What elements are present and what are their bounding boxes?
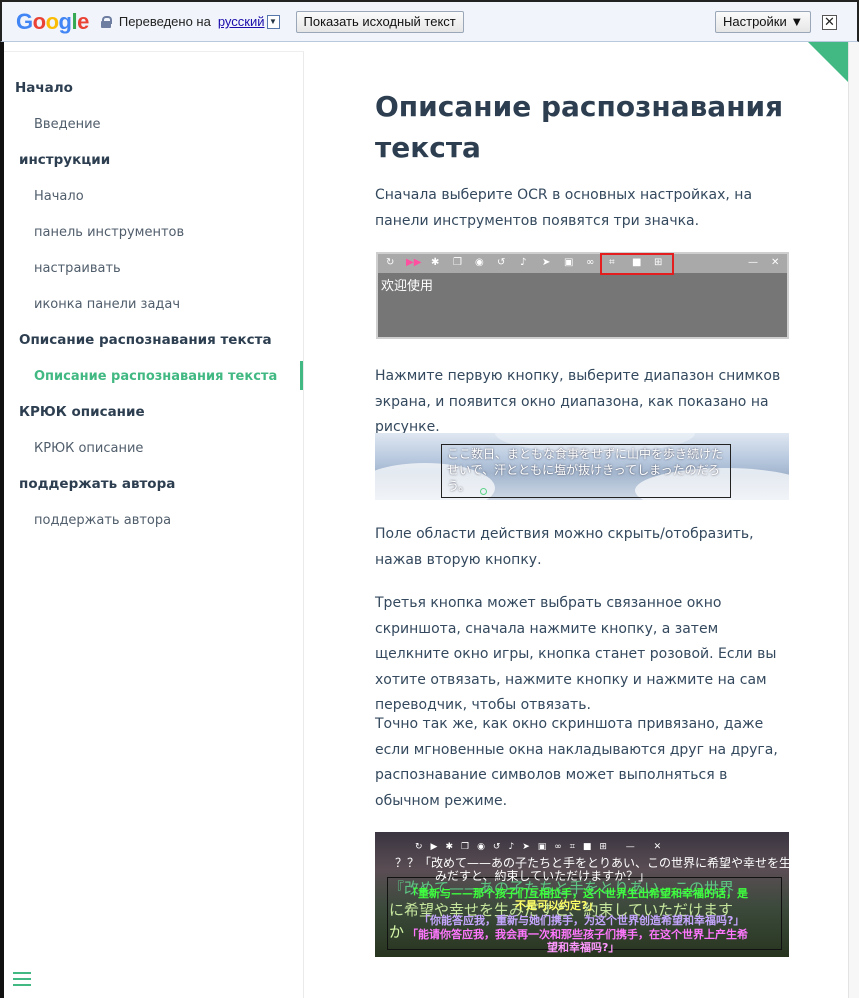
sidebar-section-instructions[interactable]: инструкции — [19, 152, 110, 168]
page-title: Описание распознавания текста — [375, 90, 784, 164]
pointer-icon: ➤ — [542, 257, 551, 268]
sidebar-item-support[interactable]: поддержать автора — [34, 513, 171, 528]
sidebar-item-toolbar[interactable]: панель инструментов — [34, 225, 184, 240]
circle-icon — [480, 488, 487, 495]
sidebar-item-settings[interactable]: настраивать — [34, 261, 121, 276]
show-original-button[interactable]: Показать исходный текст — [295, 10, 464, 33]
welcome-text: 欢迎使用 — [381, 279, 434, 294]
settings-button[interactable]: Настройки ▼ — [715, 11, 812, 33]
language-link[interactable]: русский — [218, 14, 265, 29]
game-screenshot: ↻▶✱❐◉↺♪➤▣∞⌗■⊞ — ✕ ？？「改めて——あの子たちと手をとりあい、こ… — [375, 832, 789, 957]
sidebar-item-start[interactable]: Начало — [34, 189, 84, 204]
eye-icon: ◉ — [475, 257, 484, 268]
divider — [4, 51, 304, 52]
range-screenshot: ここ数日、まともな食事をせずに山中を歩き続けたせいで、汗とともに塩が抜けきってし… — [375, 433, 789, 500]
toolbar-strip: ↻ ▶▶ ✱ ❐ ◉ ↺ ♪ ➤ ▣ ∞ ⌗ ■ ⊞ — ✕ — [378, 254, 787, 273]
translate-bar: Google Переведено на русский ▼ Показать … — [0, 0, 859, 42]
gear-icon: ✱ — [431, 257, 440, 268]
paragraph: Точно так же, как окно скриншота привяза… — [375, 716, 778, 809]
active-indicator — [300, 361, 303, 390]
copy-icon: ❐ — [453, 257, 462, 268]
music-icon: ♪ — [520, 257, 527, 268]
undo-icon: ↺ — [497, 257, 506, 268]
fast-forward-icon: ▶▶ — [406, 257, 422, 268]
sidebar-section-support[interactable]: поддержать автора — [19, 476, 175, 492]
sidebar-item-tray-icon[interactable]: иконка панели задач — [34, 297, 180, 312]
menu-icon[interactable] — [13, 972, 31, 987]
chevron-down-icon[interactable]: ▼ — [266, 14, 280, 29]
paragraph: Сначала выберите OCR в основных настройк… — [375, 187, 753, 229]
lock-icon — [100, 15, 112, 28]
close-icon[interactable]: ✕ — [822, 15, 837, 30]
sidebar-section-start[interactable]: Начало — [15, 80, 73, 96]
lock-icon: ▣ — [564, 257, 574, 268]
google-logo: Google — [16, 8, 89, 34]
toolbar-strip: ↻▶✱❐◉↺♪➤▣∞⌗■⊞ — ✕ — [415, 842, 670, 852]
minimize-icon: — — [748, 257, 758, 268]
paragraph: Нажмите первую кнопку, выберите диапазон… — [375, 368, 781, 436]
sidebar-section-hook[interactable]: КРЮК описание — [19, 404, 145, 420]
sidebar-item-hook[interactable]: КРЮК описание — [34, 441, 143, 456]
highlight-box — [600, 253, 674, 275]
paragraph: Третья кнопка может выбрать связанное ок… — [375, 595, 777, 714]
toolbar-screenshot: ↻ ▶▶ ✱ ❐ ◉ ↺ ♪ ➤ ▣ ∞ ⌗ ■ ⊞ — ✕ 欢迎使用 — [376, 252, 789, 339]
reload-icon: ↻ — [386, 257, 395, 268]
sidebar-item-intro[interactable]: Введение — [34, 117, 101, 132]
paragraph: Поле области действия можно скрыть/отобр… — [375, 526, 754, 568]
scrollbar[interactable] — [848, 42, 859, 998]
link-icon: ∞ — [586, 257, 595, 268]
close-icon: ✕ — [771, 257, 780, 268]
github-corner[interactable] — [808, 42, 848, 82]
sidebar-item-ocr[interactable]: Описание распознавания текста — [34, 369, 277, 384]
game-text: ここ数日、まともな食事をせずに山中を歩き続けたせいで、汗とともに塩が抜けきってし… — [447, 447, 724, 493]
translated-to-label: Переведено на — [118, 14, 211, 29]
sidebar-section-ocr[interactable]: Описание распознавания текста — [19, 332, 272, 348]
